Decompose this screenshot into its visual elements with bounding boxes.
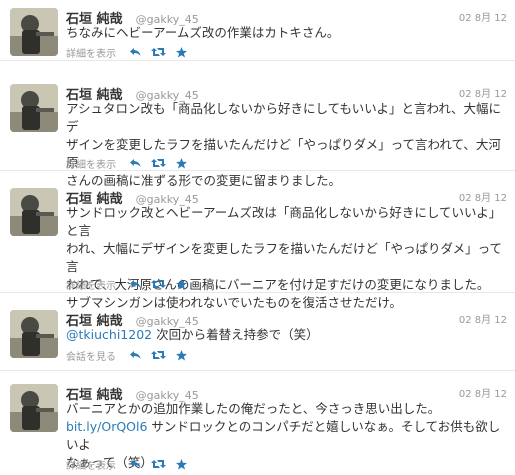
tweet-actions: 会話を見る [66, 347, 197, 363]
mention-link[interactable]: @tkiuchi1202 [66, 327, 152, 342]
star-icon[interactable] [176, 157, 187, 169]
reply-icon[interactable] [130, 350, 141, 360]
tweet-text: サンドロック改とヘビーアームズ改は「商品化しないから好きにしていいよ」と言 われ… [66, 204, 508, 312]
tweet-actions: 詳細を表示 [66, 155, 197, 171]
tweet-text-line: われ、大幅にデザインを変更したラフを描いたんだけど「やっぱりダメ」って言 [66, 241, 503, 274]
tweet-text-line: ちなみにヘビーアームズ改の作業はカトキさん。 [66, 25, 340, 40]
tweet-header: 石垣 純哉 @gakky_45 02 8月 12 [66, 384, 507, 403]
tweet-text: ちなみにヘビーアームズ改の作業はカトキさん。 [66, 24, 508, 42]
tweet-actions: 詳細を表示 [66, 456, 197, 472]
star-icon[interactable] [176, 46, 187, 58]
reply-icon[interactable] [130, 158, 141, 168]
tweet-text-line: 次回から着替え持参で（笑） [152, 327, 319, 342]
tweet-actions: 詳細を表示 [66, 44, 197, 60]
tweet-text-line: アシュタロン改も「商品化しないから好きにしてもいいよ」と言われ、大幅にデ [66, 101, 502, 134]
tweet-5: 石垣 純哉 @gakky_45 02 8月 12 バーニアとかの追加作業したの俺… [0, 376, 515, 475]
avatar[interactable] [10, 8, 58, 56]
view-conversation-link[interactable]: 会話を見る [66, 348, 116, 363]
tweet-text-line: バーニアとかの追加作業したの俺だったと、今さっき思い出した。 [66, 401, 441, 416]
tweet-date[interactable]: 02 8月 12 [459, 189, 507, 204]
tweet-text: @tkiuchi1202 次回から着替え持参で（笑） [66, 326, 508, 344]
retweet-icon[interactable] [151, 158, 166, 168]
tweet-header: 石垣 純哉 @gakky_45 02 8月 12 [66, 310, 507, 329]
expand-tweet-link[interactable]: 詳細を表示 [66, 45, 116, 60]
retweet-icon[interactable] [151, 47, 166, 57]
star-icon[interactable] [176, 278, 187, 290]
reply-icon[interactable] [130, 459, 141, 469]
tweet-date[interactable]: 02 8月 12 [459, 85, 507, 100]
tweet-actions: 詳細を表示 [66, 276, 197, 292]
tweet-header: 石垣 純哉 @gakky_45 02 8月 12 [66, 84, 507, 103]
tweet-1: 石垣 純哉 @gakky_45 02 8月 12 ちなみにヘビーアームズ改の作業… [0, 0, 515, 61]
tweet-4: 石垣 純哉 @gakky_45 02 8月 12 @tkiuchi1202 次回… [0, 302, 515, 371]
tweet-header: 石垣 純哉 @gakky_45 02 8月 12 [66, 188, 507, 207]
tweet-text: アシュタロン改も「商品化しないから好きにしてもいいよ」と言われ、大幅にデ ザイン… [66, 100, 508, 190]
reply-icon[interactable] [130, 47, 141, 57]
tweet-header: 石垣 純哉 @gakky_45 02 8月 12 [66, 8, 507, 27]
avatar[interactable] [10, 84, 58, 132]
tweet-3: 石垣 純哉 @gakky_45 02 8月 12 サンドロック改とヘビーアームズ… [0, 180, 515, 310]
tweet-text-line: サンドロック改とヘビーアームズ改は「商品化しないから好きにしていいよ」と言 [66, 205, 502, 238]
avatar[interactable] [10, 188, 58, 236]
avatar[interactable] [10, 384, 58, 432]
star-icon[interactable] [176, 349, 187, 361]
expand-tweet-link[interactable]: 詳細を表示 [66, 457, 116, 472]
tweet-2: 石垣 純哉 @gakky_45 02 8月 12 アシュタロン改も「商品化しない… [0, 76, 515, 188]
expand-tweet-link[interactable]: 詳細を表示 [66, 277, 116, 292]
avatar[interactable] [10, 310, 58, 358]
tweet-date[interactable]: 02 8月 12 [459, 9, 507, 24]
star-icon[interactable] [176, 458, 187, 470]
tweet-date[interactable]: 02 8月 12 [459, 311, 507, 326]
expand-tweet-link[interactable]: 詳細を表示 [66, 156, 116, 171]
url-link[interactable]: bit.ly/OrQOl6 [66, 419, 147, 434]
retweet-icon[interactable] [151, 279, 166, 289]
reply-icon[interactable] [130, 279, 141, 289]
tweet-date[interactable]: 02 8月 12 [459, 385, 507, 400]
retweet-icon[interactable] [151, 350, 166, 360]
retweet-icon[interactable] [151, 459, 166, 469]
